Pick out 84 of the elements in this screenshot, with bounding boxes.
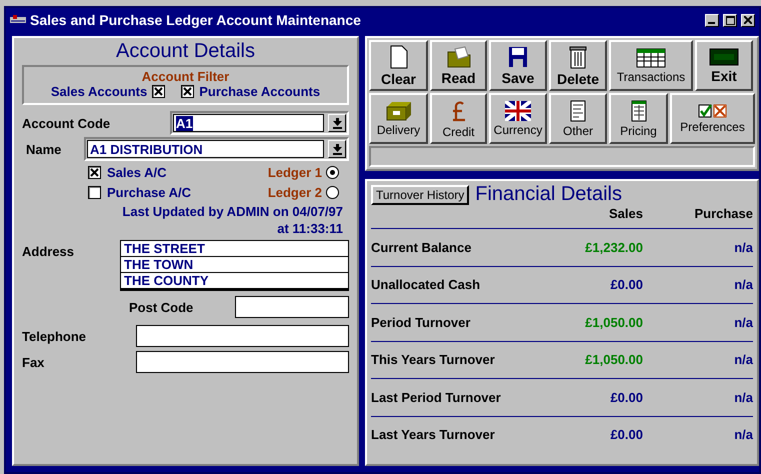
purchase-value: n/a [734, 390, 753, 405]
panel-heading: Financial Details [475, 183, 622, 206]
radio-button[interactable] [326, 186, 339, 199]
turnover-history-button[interactable]: Turnover History [371, 184, 470, 204]
window-title: Sales and Purchase Ledger Account Maintenance [30, 12, 362, 28]
box-icon [386, 100, 412, 120]
maximize-icon [726, 16, 734, 24]
row-label: Current Balance [371, 240, 472, 255]
toolbar-button[interactable]: Currency [489, 93, 547, 144]
toolbar-button[interactable]: Save [489, 40, 547, 91]
radio-label: Ledger 1 [268, 165, 322, 180]
row-label: This Years Turnover [371, 352, 496, 368]
field-label: Address [22, 244, 76, 259]
checkbox-label: Purchase Accounts [199, 84, 320, 99]
check-and-cross-icon [698, 104, 728, 118]
down-arrow-icon [332, 118, 342, 128]
account-code-combo[interactable]: A1 [170, 111, 349, 135]
purchase-value: n/a [734, 352, 753, 368]
close-button[interactable] [741, 14, 755, 26]
panel-heading: Account Details [115, 40, 256, 63]
fax-field[interactable] [136, 351, 349, 373]
sales-value: £0.00 [610, 390, 643, 405]
document-icon [570, 100, 586, 122]
toolbar-button[interactable]: Delivery [369, 93, 428, 144]
checkbox[interactable] [88, 186, 101, 199]
toolbar-button[interactable]: Preferences [670, 93, 755, 144]
row-label: Unallocated Cash [371, 277, 482, 292]
checkbox[interactable] [181, 85, 194, 98]
address-field[interactable]: THE STREET [120, 240, 349, 257]
checkbox-label: Sales A/C [107, 165, 166, 180]
address-field[interactable]: THE COUNTY [120, 273, 349, 289]
sales-value: £0.00 [610, 277, 643, 292]
purchase-value: n/a [734, 314, 753, 330]
folder-icon [446, 46, 470, 68]
exit-sign-icon [709, 48, 739, 66]
purchase-value: n/a [734, 240, 753, 255]
field-label: Fax [22, 354, 44, 370]
name-combo[interactable]: A1 DISTRIBUTION [84, 137, 349, 161]
checkbox[interactable] [152, 85, 166, 98]
purchase-value: n/a [734, 277, 753, 292]
last-updated-text: at 11:33:11 [277, 221, 343, 236]
toolbar-button[interactable]: Other [549, 93, 607, 144]
pound-sign-icon [450, 98, 466, 122]
radio-label: Ledger 2 [268, 185, 322, 200]
toolbar-button[interactable]: Credit [430, 93, 487, 144]
sales-value: £1,050.00 [585, 352, 643, 368]
maximize-button[interactable] [723, 14, 737, 26]
list-icon [630, 100, 646, 122]
sales-value: £1,232.00 [585, 240, 643, 255]
field-label: Post Code [129, 300, 194, 314]
checkbox[interactable] [88, 166, 101, 179]
close-icon [744, 16, 752, 24]
toolbar-button[interactable]: Delete [549, 40, 607, 91]
radio-button[interactable] [326, 166, 339, 179]
toolbar-button[interactable]: Pricing [609, 93, 668, 144]
toolbar-button[interactable]: Transactions [609, 40, 693, 91]
column-header: Sales [609, 206, 643, 223]
field-label: Name [26, 142, 62, 156]
row-label: Period Turnover [371, 314, 472, 330]
app-icon [10, 15, 26, 25]
toolbar-button[interactable]: Read [430, 40, 487, 91]
checkbox-label: Purchase A/C [107, 185, 192, 200]
sales-value: £1,050.00 [585, 314, 643, 330]
checkbox-label: Sales Accounts [50, 84, 148, 99]
down-arrow-icon [332, 144, 342, 154]
spreadsheet-icon [636, 48, 666, 68]
minimize-button[interactable] [705, 14, 719, 26]
row-label: Last Period Turnover [371, 390, 502, 405]
page-icon [390, 44, 408, 68]
row-label: Last Years Turnover [371, 427, 496, 442]
last-updated-text: Last Updated by ADMIN on 04/07/97 [122, 204, 343, 219]
post-code-field[interactable] [235, 296, 349, 318]
field-label: Account Code [22, 116, 112, 130]
group-title: Account Filter [142, 69, 230, 84]
trash-can-icon [569, 44, 587, 68]
toolbar-button[interactable]: Exit [695, 40, 753, 91]
toolbar-button[interactable]: Clear [369, 40, 428, 91]
column-header: Purchase [694, 206, 753, 223]
field-label: Telephone [22, 328, 86, 344]
flag-icon [505, 100, 531, 120]
sales-value: £0.00 [610, 427, 643, 442]
address-field[interactable]: THE TOWN [120, 257, 349, 273]
purchase-value: n/a [734, 427, 753, 442]
telephone-field[interactable] [136, 325, 349, 347]
